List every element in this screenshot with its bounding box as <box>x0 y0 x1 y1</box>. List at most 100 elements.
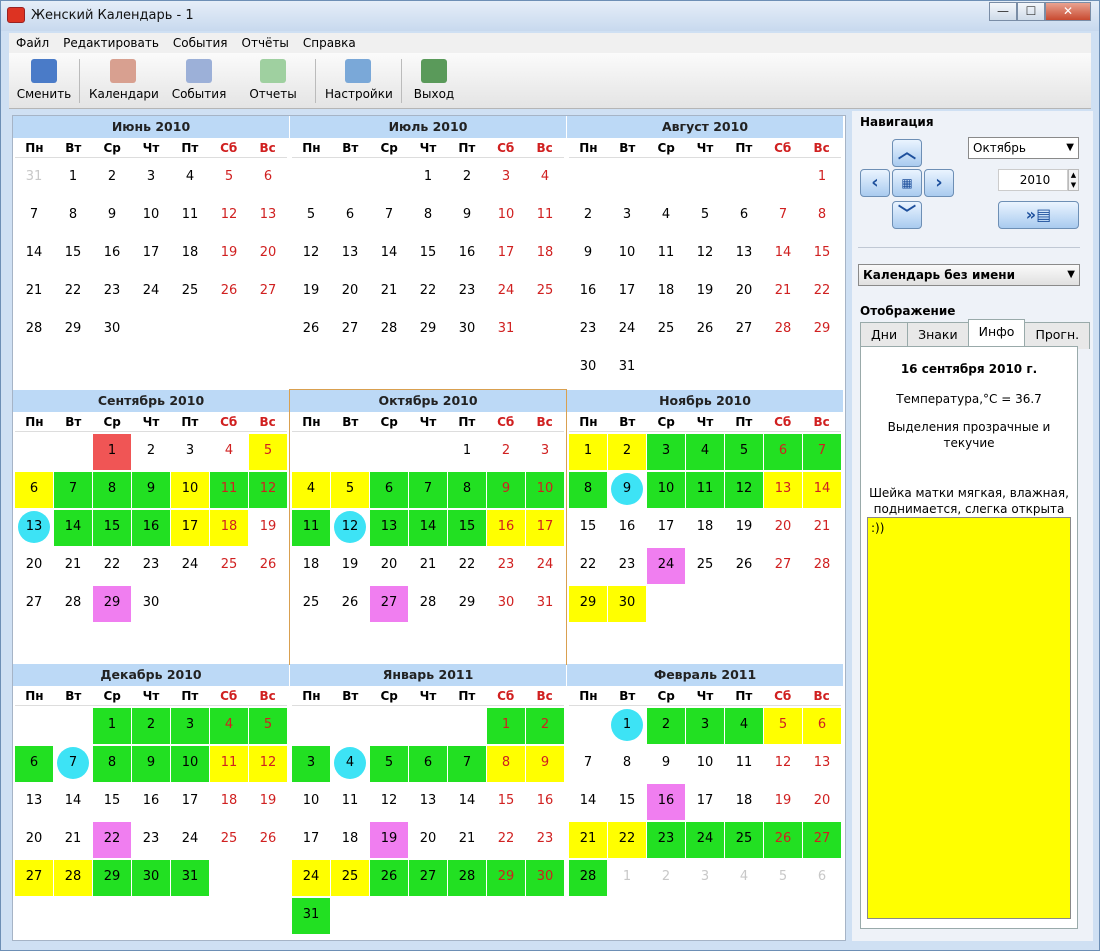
day-cell[interactable]: 15 <box>409 236 447 272</box>
day-cell[interactable]: 3 <box>608 198 646 234</box>
day-cell[interactable]: 7 <box>764 198 802 234</box>
day-cell[interactable]: 4 <box>292 472 330 508</box>
day-cell[interactable]: 18 <box>331 822 369 858</box>
day-cell[interactable]: 1 <box>409 160 447 196</box>
day-cell[interactable]: 18 <box>647 274 685 310</box>
day-cell[interactable]: 24 <box>526 548 564 584</box>
day-cell[interactable]: 7 <box>409 472 447 508</box>
day-cell[interactable]: 30 <box>132 860 170 896</box>
day-cell[interactable]: 20 <box>15 548 53 584</box>
day-cell[interactable]: 9 <box>526 746 564 782</box>
day-cell[interactable]: 16 <box>647 784 685 820</box>
day-cell[interactable]: 22 <box>54 274 92 310</box>
day-cell[interactable]: 17 <box>171 784 209 820</box>
day-cell[interactable]: 24 <box>171 822 209 858</box>
day-cell[interactable]: 16 <box>93 236 131 272</box>
day-cell[interactable]: 28 <box>803 548 841 584</box>
day-cell[interactable]: 19 <box>210 236 248 272</box>
day-cell[interactable]: 26 <box>249 548 287 584</box>
day-cell[interactable]: 21 <box>803 510 841 546</box>
year-spinner[interactable]: ▲ ▼ <box>1068 169 1079 191</box>
day-cell[interactable]: 14 <box>409 510 447 546</box>
day-cell[interactable]: 12 <box>331 510 369 546</box>
menu-reports[interactable]: Отчёты <box>235 33 296 53</box>
day-cell[interactable]: 11 <box>686 472 724 508</box>
day-cell[interactable]: 19 <box>764 784 802 820</box>
day-cell[interactable]: 28 <box>15 312 53 348</box>
day-cell[interactable]: 25 <box>725 822 763 858</box>
day-cell[interactable]: 21 <box>54 822 92 858</box>
day-cell[interactable]: 26 <box>331 586 369 622</box>
day-cell[interactable]: 30 <box>526 860 564 896</box>
day-cell[interactable]: 10 <box>608 236 646 272</box>
day-cell[interactable]: 19 <box>249 784 287 820</box>
day-cell[interactable]: 2 <box>487 434 525 470</box>
day-cell[interactable]: 4 <box>686 434 724 470</box>
day-cell[interactable]: 3 <box>686 860 724 896</box>
day-cell[interactable]: 13 <box>409 784 447 820</box>
day-cell[interactable]: 2 <box>569 198 607 234</box>
day-cell[interactable]: 16 <box>526 784 564 820</box>
day-cell[interactable]: 26 <box>370 860 408 896</box>
day-cell[interactable]: 21 <box>54 548 92 584</box>
day-cell[interactable]: 9 <box>132 472 170 508</box>
day-cell[interactable]: 9 <box>487 472 525 508</box>
day-cell[interactable]: 8 <box>54 198 92 234</box>
day-cell[interactable]: 29 <box>93 860 131 896</box>
tab-info[interactable]: Инфо <box>967 319 1026 346</box>
reports-button[interactable]: Отчеты <box>245 57 301 105</box>
day-cell[interactable]: 12 <box>210 198 248 234</box>
day-cell[interactable]: 1 <box>54 160 92 196</box>
day-cell[interactable]: 27 <box>803 822 841 858</box>
day-cell[interactable]: 8 <box>803 198 841 234</box>
day-cell[interactable]: 2 <box>647 708 685 744</box>
day-cell[interactable]: 12 <box>249 472 287 508</box>
day-cell[interactable]: 15 <box>803 236 841 272</box>
day-cell[interactable]: 6 <box>370 472 408 508</box>
day-cell[interactable]: 3 <box>132 160 170 196</box>
day-cell[interactable]: 9 <box>448 198 486 234</box>
day-cell[interactable]: 25 <box>686 548 724 584</box>
day-cell[interactable]: 10 <box>292 784 330 820</box>
day-cell[interactable]: 31 <box>608 350 646 386</box>
day-cell[interactable]: 24 <box>647 548 685 584</box>
day-cell[interactable]: 27 <box>249 274 287 310</box>
day-cell[interactable]: 31 <box>526 586 564 622</box>
day-cell[interactable]: 8 <box>409 198 447 234</box>
day-cell[interactable]: 7 <box>15 198 53 234</box>
day-cell[interactable]: 1 <box>93 434 131 470</box>
day-cell[interactable]: 19 <box>370 822 408 858</box>
day-cell[interactable]: 23 <box>448 274 486 310</box>
day-cell[interactable]: 17 <box>686 784 724 820</box>
day-cell[interactable]: 27 <box>15 586 53 622</box>
day-cell[interactable]: 30 <box>448 312 486 348</box>
day-cell[interactable]: 13 <box>803 746 841 782</box>
day-cell[interactable]: 20 <box>370 548 408 584</box>
day-cell[interactable]: 14 <box>569 784 607 820</box>
day-cell[interactable]: 24 <box>608 312 646 348</box>
day-cell[interactable]: 20 <box>409 822 447 858</box>
day-cell[interactable]: 28 <box>764 312 802 348</box>
day-cell[interactable]: 7 <box>448 746 486 782</box>
day-cell[interactable]: 5 <box>686 198 724 234</box>
day-cell[interactable]: 15 <box>448 510 486 546</box>
month-select[interactable]: Октябрь ▼ <box>968 137 1079 159</box>
day-cell[interactable]: 19 <box>686 274 724 310</box>
day-cell[interactable]: 23 <box>132 822 170 858</box>
day-cell[interactable]: 3 <box>171 434 209 470</box>
day-cell[interactable]: 25 <box>526 274 564 310</box>
day-cell[interactable]: 28 <box>54 860 92 896</box>
day-cell[interactable]: 21 <box>569 822 607 858</box>
day-cell[interactable]: 2 <box>608 434 646 470</box>
day-cell[interactable]: 8 <box>569 472 607 508</box>
day-cell[interactable]: 26 <box>686 312 724 348</box>
day-cell[interactable]: 17 <box>132 236 170 272</box>
day-cell[interactable]: 1 <box>608 708 646 744</box>
day-cell[interactable]: 15 <box>93 784 131 820</box>
day-cell[interactable]: 23 <box>526 822 564 858</box>
day-cell[interactable]: 2 <box>448 160 486 196</box>
minimize-button[interactable]: — <box>989 2 1017 21</box>
day-cell[interactable]: 11 <box>647 236 685 272</box>
day-cell[interactable]: 23 <box>608 548 646 584</box>
day-cell[interactable]: 24 <box>686 822 724 858</box>
